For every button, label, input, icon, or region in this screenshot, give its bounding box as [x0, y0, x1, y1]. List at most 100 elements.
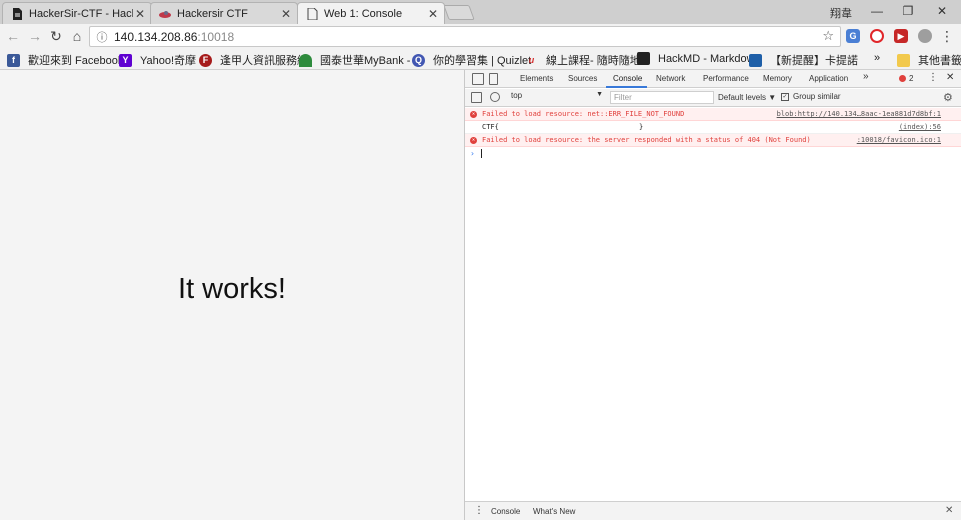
text-cursor	[481, 149, 482, 158]
tab-memory[interactable]: Memory	[763, 74, 792, 83]
drawer-tab-console[interactable]: Console	[491, 507, 520, 516]
tab-strip: HackerSir-CTF - HackM ✕ Hackersir CTF ✕ …	[0, 0, 961, 24]
console-log-row: CTF{ } (index):56	[465, 121, 961, 134]
close-icon[interactable]: ✕	[426, 7, 440, 21]
bookmark-label: 你的學習集 | Quizlet	[433, 55, 532, 67]
device-toggle-icon[interactable]	[489, 73, 498, 85]
tab-web1-console[interactable]: Web 1: Console ✕	[297, 2, 445, 24]
devtools-menu-icon[interactable]: ⋮	[928, 72, 938, 83]
bookmarks-overflow-button[interactable]: »	[874, 52, 880, 64]
devtools-tab-bar: Elements Sources Console Network Perform…	[465, 70, 961, 88]
tab-console[interactable]: Console	[613, 74, 642, 83]
minimize-button[interactable]: —	[862, 2, 892, 20]
message-text: CTF{	[482, 123, 499, 131]
clear-console-icon[interactable]	[490, 92, 500, 102]
new-tab-button[interactable]	[443, 5, 475, 20]
window-close-button[interactable]: ✕	[927, 2, 957, 20]
extension-icon[interactable]	[918, 29, 932, 43]
drawer-menu-icon[interactable]: ⋮	[474, 505, 484, 516]
info-icon[interactable]: ⓘ	[94, 29, 110, 45]
tab-hackersir-ctf[interactable]: Hackersir CTF ✕	[150, 2, 298, 24]
message-source-link[interactable]: (index):56	[899, 121, 941, 133]
bookmark-ck101[interactable]: 【新提醒】卡提諾	[749, 52, 858, 68]
close-icon[interactable]: ✕	[279, 7, 293, 21]
document-icon	[306, 7, 318, 20]
bookmark-fcu[interactable]: F 逢甲人資訊服務網	[199, 52, 308, 68]
group-similar-label: Group similar	[793, 92, 841, 101]
forward-arrow-icon[interactable]: →	[26, 27, 44, 45]
bookmark-online-course[interactable]: u 線上課程- 隨時隨地	[525, 52, 641, 68]
bookmark-yahoo[interactable]: Y Yahoo!奇摩	[119, 52, 196, 68]
bookmark-facebook[interactable]: f 歡迎來到 Facebook	[7, 52, 123, 68]
hackersir-logo-icon	[159, 8, 171, 20]
bookmark-label: 歡迎來到 Facebook	[28, 55, 124, 67]
message-source-link[interactable]: blob:http://140.134…8aac-1ea881d7d8bf:1	[777, 108, 941, 120]
bookmark-quizlet[interactable]: Q 你的學習集 | Quizlet	[412, 52, 531, 68]
filter-input[interactable]: Filter	[610, 91, 714, 104]
devtools-close-icon[interactable]: ✕	[946, 72, 954, 83]
document-icon	[11, 7, 23, 20]
tab-elements[interactable]: Elements	[520, 74, 553, 83]
tab-title: HackerSir-CTF - HackM	[29, 7, 133, 20]
devtools-panel: Elements Sources Console Network Perform…	[464, 70, 961, 520]
opera-extension-icon[interactable]	[870, 29, 884, 43]
log-levels-dropdown[interactable]: Default levels ▼	[718, 93, 776, 102]
facebook-icon: f	[7, 53, 20, 67]
error-icon	[899, 75, 906, 82]
error-icon: ✕	[470, 137, 477, 144]
sidebar-toggle-icon[interactable]	[471, 92, 482, 103]
tab-network[interactable]: Network	[656, 74, 685, 83]
drawer-close-icon[interactable]: ✕	[945, 505, 953, 516]
menu-icon[interactable]: ⋮	[938, 27, 956, 45]
error-counter[interactable]: 2	[899, 74, 913, 83]
bookmark-label: 其他書籤	[918, 55, 961, 67]
page-viewport: It works!	[0, 70, 464, 520]
message-text: Failed to load resource: net::ERR_FILE_N…	[482, 110, 685, 118]
error-count: 2	[909, 74, 914, 83]
bookmark-label: 【新提醒】卡提諾	[770, 55, 858, 67]
url-port: :10018	[197, 29, 235, 44]
bookmark-star-icon[interactable]: ☆	[822, 28, 834, 44]
console-prompt[interactable]: ›	[465, 147, 961, 160]
translate-extension-icon[interactable]: G	[846, 29, 860, 43]
tab-performance[interactable]: Performance	[703, 74, 749, 83]
gear-icon[interactable]: ⚙	[943, 91, 953, 104]
home-icon[interactable]: ⌂	[68, 27, 86, 45]
tab-sources[interactable]: Sources	[568, 74, 597, 83]
tab-hackersir-hackmd[interactable]: HackerSir-CTF - HackM ✕	[2, 2, 152, 24]
browser-toolbar: ← → ↻ ⌂ ⓘ 140.134.208.86 :10018 ☆ G ▶ ⋮	[0, 24, 961, 48]
bookmark-hackmd[interactable]: HackMD - Markdow	[637, 52, 755, 65]
context-select[interactable]: top ▼	[511, 91, 603, 104]
message-source-link[interactable]: :10018/favicon.ico:1	[857, 134, 941, 146]
course-icon: u	[528, 54, 535, 65]
group-similar-toggle[interactable]: ✓ Group similar	[781, 92, 841, 101]
drawer-tab-whats-new[interactable]: What's New	[533, 507, 575, 516]
profile-name[interactable]: 翔韋	[830, 5, 852, 21]
inspect-element-icon[interactable]	[472, 73, 484, 85]
tab-application[interactable]: Application	[809, 74, 848, 83]
prompt-chevron-icon: ›	[470, 149, 475, 158]
restore-button[interactable]: ❐	[893, 2, 923, 20]
message-text-close: }	[639, 123, 644, 131]
close-icon[interactable]: ✕	[133, 7, 147, 21]
quizlet-icon: Q	[412, 53, 425, 67]
reload-icon[interactable]: ↻	[47, 27, 65, 45]
bookmark-label: HackMD - Markdow	[658, 52, 755, 65]
fcu-shield-icon: F	[199, 53, 212, 67]
checkbox-checked-icon[interactable]: ✓	[781, 92, 789, 101]
bookmark-cathay[interactable]: 國泰世華MyBank -	[299, 52, 410, 68]
more-tabs-button[interactable]: »	[863, 71, 869, 82]
cathay-tree-icon	[299, 53, 312, 67]
bookmark-label: 國泰世華MyBank -	[320, 55, 411, 67]
media-extension-icon[interactable]: ▶	[894, 29, 908, 43]
overflow-label: »	[874, 52, 881, 64]
url-host: 140.134.208.86	[114, 29, 198, 44]
devtools-drawer: ⋮ Console What's New ✕	[465, 501, 961, 520]
tab-title: Web 1: Console	[324, 7, 403, 20]
folder-icon	[897, 53, 910, 67]
address-bar[interactable]: ⓘ 140.134.208.86 :10018 ☆	[89, 26, 841, 47]
bookmark-other-folder[interactable]: 其他書籤	[897, 52, 961, 68]
back-arrow-icon[interactable]: ←	[4, 27, 22, 45]
bookmark-label: Yahoo!奇摩	[140, 55, 197, 67]
message-text: Failed to load resource: the server resp…	[482, 136, 811, 144]
